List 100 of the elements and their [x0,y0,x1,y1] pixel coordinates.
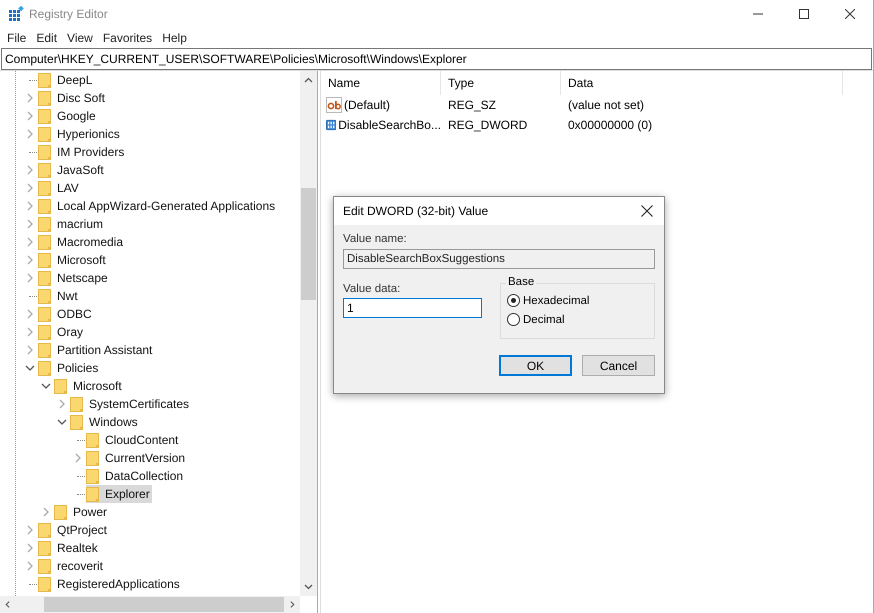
expand-icon[interactable] [25,255,35,265]
value-type: REG_DWORD [447,118,528,132]
address-bar[interactable]: Computer\HKEY_CURRENT_USER\SOFTWARE\Policies\Microsoft\Windows\Explorer [1,48,872,70]
value-name[interactable]: DisableSearchBo... [338,118,441,132]
tree-item[interactable]: Microsoft [38,251,108,269]
folder-icon [38,216,52,232]
tree-item[interactable]: DataCollection [86,467,186,485]
folder-icon [54,504,68,520]
tree-item[interactable]: Microsoft [54,377,124,395]
close-icon[interactable] [641,205,653,217]
tree-item[interactable]: RegisteredApplications [38,575,182,593]
menu-item[interactable]: View [62,31,98,45]
tree-item[interactable]: DeepL [38,71,94,89]
expand-icon[interactable] [25,201,35,211]
expand-icon[interactable] [41,507,51,517]
column-header[interactable]: Type [441,71,561,95]
expand-icon[interactable] [25,237,35,247]
expand-icon[interactable] [25,309,35,319]
registry-icon [8,6,24,22]
cancel-button[interactable]: Cancel [582,355,655,376]
tree-item[interactable]: Macromedia [38,233,126,251]
folder-icon [38,180,52,196]
binary-value-icon [326,117,336,133]
folder-icon [38,288,52,304]
collapse-icon[interactable] [25,363,35,373]
value-name-field[interactable]: DisableSearchBoxSuggestions [343,249,655,269]
scroll-left-icon[interactable] [5,600,10,609]
expand-icon[interactable] [57,399,67,409]
expand-icon[interactable] [25,93,35,103]
scrollbar-thumb[interactable] [301,188,316,300]
folder-icon [38,162,52,178]
column-header[interactable]: Name [321,71,441,95]
folder-icon [38,558,52,574]
value-data: 0x00000000 (0) [567,118,654,132]
tree-item[interactable]: QtProject [38,521,110,539]
expand-icon[interactable] [25,543,35,553]
ok-button[interactable]: OK [499,355,572,376]
expand-icon[interactable] [25,273,35,283]
tree-item[interactable]: Oray [38,323,86,341]
tree-item[interactable]: Local AppWizard-Generated Applications [38,197,278,215]
scroll-down-icon[interactable] [304,584,313,590]
folder-icon [38,108,52,124]
expand-icon[interactable] [25,111,35,121]
tree-item[interactable]: IM Providers [38,143,126,161]
tree-item[interactable]: Nwt [38,287,80,305]
value-name[interactable]: (Default) [344,98,390,112]
scroll-up-icon[interactable] [304,77,313,83]
tree-item[interactable]: Explorer [86,485,152,503]
tree-item[interactable]: CurrentVersion [86,449,188,467]
tree-item[interactable]: SystemCertificates [70,395,192,413]
tree-item[interactable]: JavaSoft [38,161,106,179]
value-data-label: Value data: [343,283,402,295]
scroll-right-icon[interactable] [290,600,295,609]
tree-item[interactable]: macrium [38,215,106,233]
collapse-icon[interactable] [41,381,51,391]
folder-icon [70,396,84,412]
close-icon[interactable] [845,9,855,19]
menu-item[interactable]: Help [157,31,192,45]
tree-item[interactable]: Disc Soft [38,89,108,107]
tree-item[interactable]: Windows [70,413,140,431]
expand-icon[interactable] [25,561,35,571]
scrollbar-thumb[interactable] [44,597,284,612]
folder-icon [38,342,52,358]
tree-item[interactable]: recoverit [38,557,106,575]
collapse-icon[interactable] [57,417,67,427]
expand-icon[interactable] [25,525,35,535]
folder-icon [38,144,52,160]
radio-option[interactable]: Hexadecimal [507,294,654,307]
folder-icon [38,90,52,106]
tree-item[interactable]: Realtek [38,539,100,557]
expand-icon[interactable] [25,345,35,355]
expand-icon[interactable] [25,165,35,175]
folder-icon [38,540,52,556]
tree-item[interactable]: CloudContent [86,431,180,449]
menu-item[interactable]: Favorites [98,31,158,45]
menu-item[interactable]: File [2,31,32,45]
tree-item[interactable]: Power [54,503,110,521]
value-type: REG_SZ [447,98,498,112]
string-value-icon [326,97,342,113]
expand-icon[interactable] [25,129,35,139]
tree-item[interactable]: Partition Assistant [38,341,154,359]
tree-item[interactable]: ODBC [38,305,94,323]
expand-icon[interactable] [73,453,83,463]
tree-item[interactable]: Google [38,107,98,125]
menu-item[interactable]: Edit [31,31,62,45]
radio-option[interactable]: Decimal [507,313,654,326]
tree-item[interactable]: Netscape [38,269,110,287]
maximize-icon[interactable] [799,9,809,19]
tree-item[interactable]: Policies [38,359,100,377]
folder-icon [38,126,52,142]
expand-icon[interactable] [25,327,35,337]
expand-icon[interactable] [25,183,35,193]
tree-item[interactable]: LAV [38,179,81,197]
expand-icon[interactable] [25,219,35,229]
tree-item[interactable]: Hyperionics [38,125,122,143]
folder-icon [38,576,52,592]
column-header[interactable]: Data [561,71,843,95]
folder-icon [38,72,52,88]
folder-icon [86,486,100,502]
value-data-field[interactable]: 1 [343,298,482,318]
